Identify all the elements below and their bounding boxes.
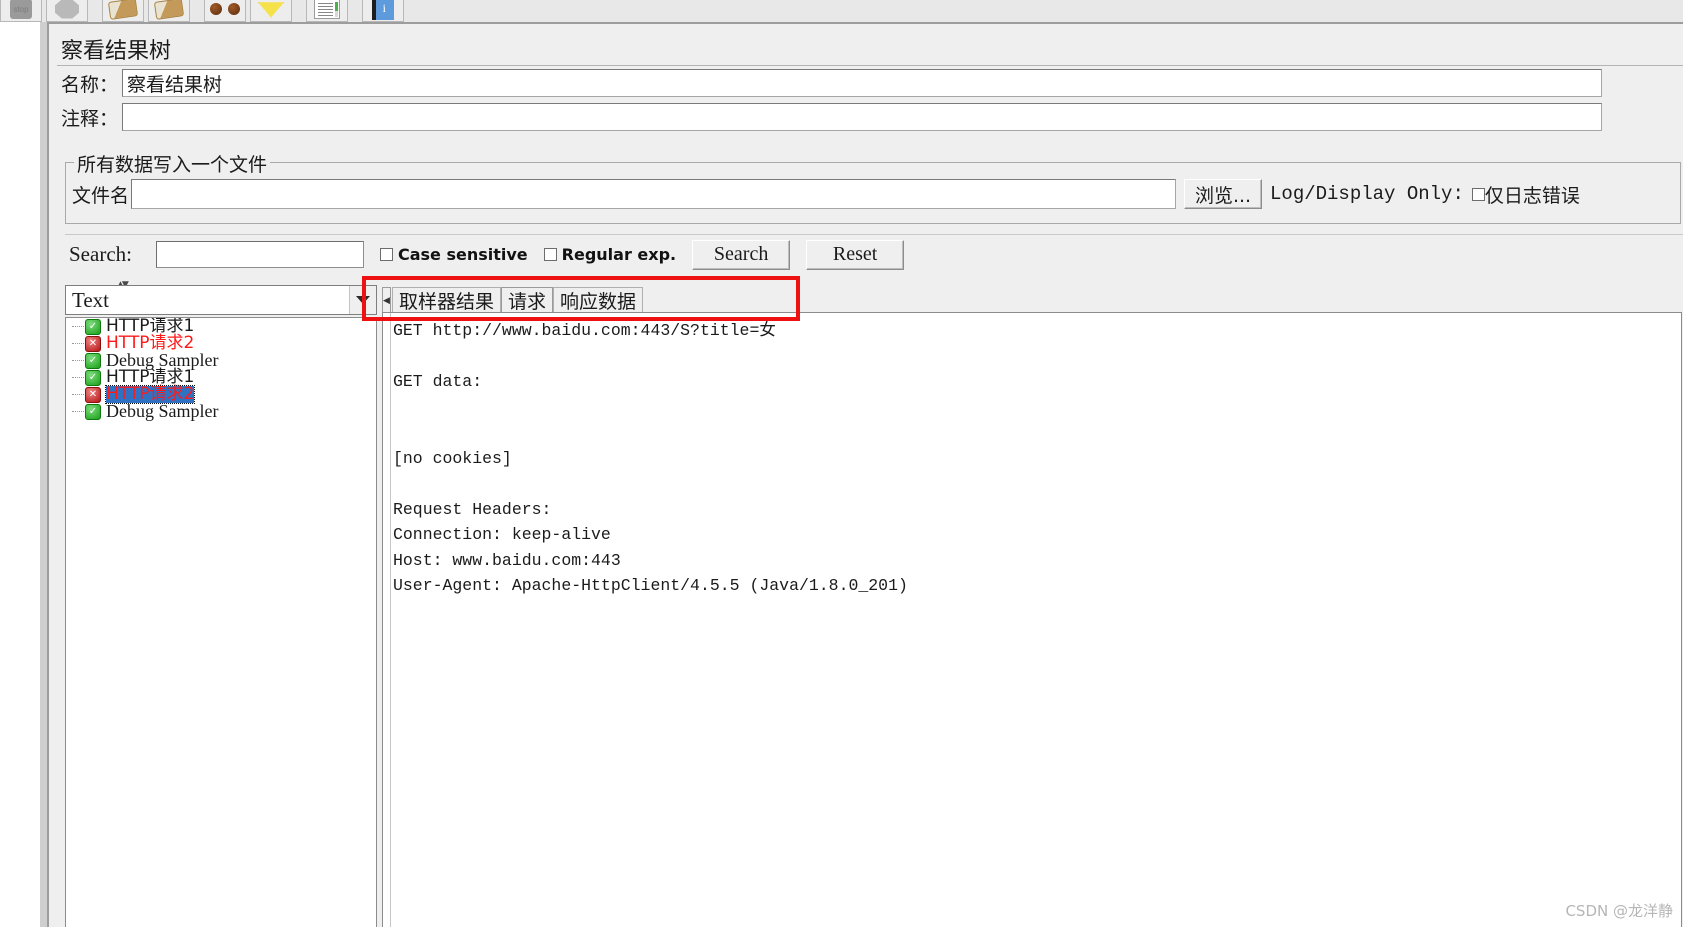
tab-strip: ◀ 取样器结果 请求 响应数据	[382, 285, 644, 313]
search-submit-button[interactable]: Search	[692, 239, 791, 270]
search-input[interactable]	[155, 241, 364, 268]
write-all-data-group-title: 所有数据写入一个文件	[74, 150, 271, 177]
tree-elbow-icon	[72, 394, 84, 396]
regular-exp-option[interactable]: Regular exp.	[543, 245, 677, 264]
status-success-icon: ✓	[85, 318, 101, 335]
chevron-down-icon[interactable]	[349, 286, 376, 314]
case-sensitive-checkbox[interactable]	[379, 248, 393, 261]
search-bar: Search: Case sensitive Regular exp. Sear…	[65, 234, 1683, 274]
renderer-selected-value: Text	[72, 287, 110, 312]
comment-label: 注释：	[61, 107, 119, 130]
comment-row: 注释：	[57, 102, 1603, 132]
stop-icon: stop	[10, 0, 32, 19]
tree-item-label: Debug Sampler	[106, 401, 219, 421]
content-left-rail	[383, 313, 391, 927]
case-sensitive-option[interactable]: Case sensitive	[379, 245, 528, 264]
write-all-data-group: 所有数据写入一个文件 文件名 浏览... Log/Display Only: 仅…	[65, 150, 1681, 224]
main-panel: 察看结果树 名称： 注释： 所有数据写入一个文件 文件名 浏览... Log/D…	[47, 22, 1683, 927]
filename-row: 文件名 浏览... Log/Display Only: 仅日志错误	[72, 179, 1580, 209]
name-input[interactable]	[122, 69, 1603, 97]
tree-elbow-icon	[72, 377, 84, 379]
log-errors-only-checkbox[interactable]	[1471, 187, 1485, 201]
name-label: 名称：	[61, 73, 119, 96]
stop-button[interactable]: stop	[0, 0, 42, 22]
octagon-icon	[55, 0, 79, 19]
clear-button[interactable]	[102, 0, 144, 22]
shutdown-button[interactable]	[46, 0, 88, 22]
request-text: GET http://www.baidu.com:443/S?title=女 G…	[393, 317, 908, 599]
comment-input[interactable]	[122, 103, 1603, 131]
page-title: 察看结果树	[61, 38, 172, 64]
tab-label: 请求	[508, 291, 547, 313]
broom-icon	[107, 0, 139, 20]
blue-book-icon	[372, 0, 394, 20]
status-success-icon: ✓	[85, 352, 101, 369]
search-button[interactable]	[204, 0, 246, 22]
status-success-icon: ✓	[85, 403, 101, 420]
jmeter-view-results-tree-screen: stop 察看结果树 名	[0, 0, 1683, 927]
status-success-icon: ✓	[85, 369, 101, 386]
page-title-row: 察看结果树	[57, 32, 1683, 66]
tree-elbow-icon	[72, 360, 84, 362]
result-detail-pane: ◀ 取样器结果 请求 响应数据 GET http://www.baidu.com:4…	[382, 285, 1682, 927]
tab-2[interactable]: 响应数据	[553, 287, 644, 313]
request-content-box[interactable]: GET http://www.baidu.com:443/S?title=女 G…	[382, 312, 1682, 927]
tree-elbow-icon	[72, 326, 84, 328]
search-label: Search:	[69, 242, 132, 266]
tree-elbow-icon	[72, 343, 84, 345]
panel-inner: 察看结果树 名称： 注释： 所有数据写入一个文件 文件名 浏览... Log/D…	[57, 32, 1683, 927]
log-display-only-label: Log/Display Only:	[1270, 183, 1464, 205]
renderer-combobox[interactable]: Text	[65, 285, 377, 315]
function-helper-button[interactable]	[306, 0, 348, 22]
tab-label: 响应数据	[560, 291, 637, 313]
filename-label: 文件名	[72, 184, 130, 207]
toolbar: stop	[0, 0, 1683, 22]
clear-all-button[interactable]	[148, 0, 190, 22]
tree-elbow-icon	[72, 411, 84, 413]
search-reset-button[interactable]: Reset	[806, 239, 905, 270]
results-tree[interactable]: ✓ HTTP请求1 ✕ HTTP请求2 ✓ Debug Sampler ✓ HTTP请求1 ✕ H…	[65, 317, 377, 927]
tab-0[interactable]: 取样器结果	[392, 287, 502, 313]
status-error-icon: ✕	[85, 335, 101, 352]
name-row: 名称：	[57, 68, 1603, 98]
tab-1[interactable]: 请求	[501, 287, 554, 313]
tab-label: 取样器结果	[399, 291, 495, 313]
search-reset-button[interactable]	[250, 0, 292, 22]
results-tree-pane: Text ✓ HTTP请求1 ✕ HTTP请求2 ✓ Debug Sampler ✓ HTTP…	[65, 285, 377, 927]
help-button[interactable]	[362, 0, 404, 22]
filename-input[interactable]	[131, 179, 1177, 209]
fan-icon	[258, 2, 284, 18]
tree-splitter[interactable]	[40, 22, 47, 927]
glasses-icon	[210, 2, 240, 16]
regular-exp-label: Regular exp.	[561, 245, 677, 264]
request-body: GET data: [no cookies] Request Headers: …	[393, 372, 908, 595]
request-line: GET http://www.baidu.com:443/S?title=女	[393, 320, 776, 340]
log-errors-only-label: 仅日志错误	[1484, 184, 1580, 207]
watermark: CSDN @龙洋静	[1565, 902, 1673, 920]
regular-exp-checkbox[interactable]	[543, 248, 557, 261]
document-icon	[314, 0, 340, 19]
browse-button[interactable]: 浏览...	[1184, 179, 1263, 209]
broom-all-icon	[153, 0, 185, 20]
case-sensitive-label: Case sensitive	[397, 245, 528, 264]
status-error-icon: ✕	[85, 386, 101, 403]
tab-scroll-left-icon[interactable]: ◀	[382, 287, 391, 313]
tree-item[interactable]: ✓ Debug Sampler	[66, 401, 376, 421]
